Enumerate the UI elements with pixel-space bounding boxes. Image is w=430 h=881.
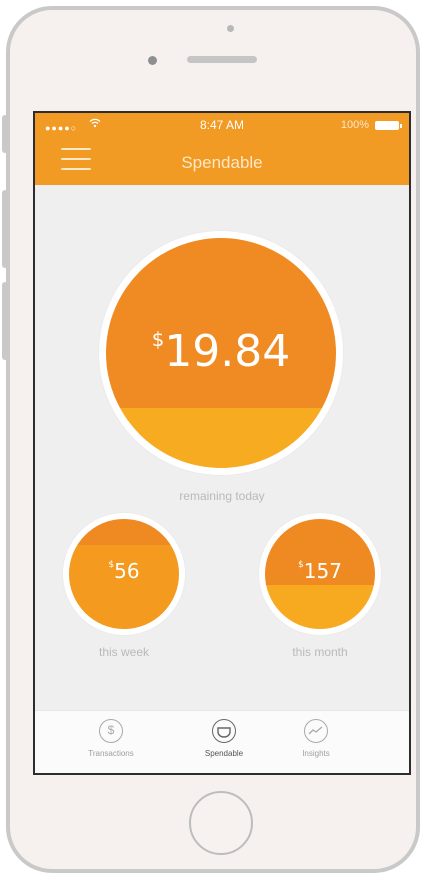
tab-insights-label: Insights xyxy=(302,749,330,758)
home-button[interactable] xyxy=(189,791,253,855)
tab-transactions-label: Transactions xyxy=(88,749,134,758)
week-circle-upper xyxy=(69,519,179,545)
today-circle-upper xyxy=(106,238,336,408)
week-label: this week xyxy=(98,645,150,659)
week-circle[interactable]: $56 xyxy=(69,519,179,629)
tab-spendable-label: Spendable xyxy=(204,749,244,758)
today-amount: $19.84 xyxy=(151,326,291,377)
today-circle[interactable]: $19.84 xyxy=(106,238,336,468)
spendable-cup-icon xyxy=(212,719,236,743)
week-amount: $56 xyxy=(108,559,140,583)
mute-switch xyxy=(2,115,8,153)
dollar-circle-icon: $ xyxy=(99,719,123,743)
month-circle[interactable]: $157 xyxy=(265,519,375,629)
app-screen: ●●●●○ 8:47 AM 100% Spendable $19.84 rema… xyxy=(33,111,411,775)
tab-insights[interactable]: Insights xyxy=(271,719,361,758)
page-title: Spendable xyxy=(181,153,263,172)
front-camera xyxy=(227,25,234,32)
month-circle-level xyxy=(265,585,375,629)
volume-up-button xyxy=(2,190,8,268)
today-circle-level xyxy=(106,408,336,468)
battery-icon xyxy=(375,121,402,130)
trend-line-icon xyxy=(304,719,328,743)
top-bar: ●●●●○ 8:47 AM 100% Spendable xyxy=(35,113,409,185)
status-bar: ●●●●○ 8:47 AM 100% xyxy=(35,118,409,134)
tab-transactions[interactable]: $ Transactions xyxy=(66,719,156,758)
today-label: remaining today xyxy=(179,489,265,503)
month-label: this month xyxy=(292,645,348,659)
proximity-sensor xyxy=(148,56,157,65)
week-circle-level xyxy=(69,545,179,629)
month-amount: $157 xyxy=(298,559,342,583)
volume-down-button xyxy=(2,282,8,360)
tab-bar: $ Transactions Spendable Insights xyxy=(35,710,409,773)
battery-percent: 100% xyxy=(340,119,369,131)
earpiece-speaker xyxy=(187,56,257,63)
tab-spendable[interactable]: Spendable xyxy=(179,719,269,758)
